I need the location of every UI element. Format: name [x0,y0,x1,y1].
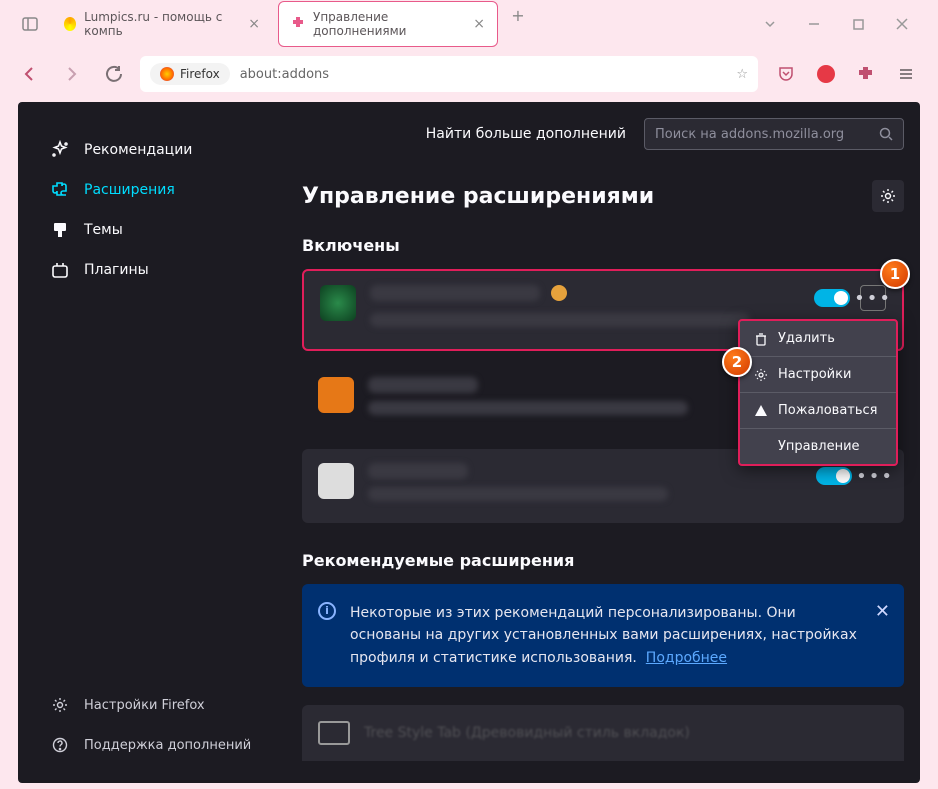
gear-icon [754,368,768,382]
reload-button[interactable] [98,58,130,90]
content-area: Рекомендации Расширения Темы Плагины Нас… [18,102,920,783]
menu-icon[interactable] [896,64,916,84]
recommended-card[interactable]: Tree Style Tab (Древовидный стиль вкладо… [302,705,904,761]
firefox-badge-text: Firefox [180,67,220,81]
sidebar-item-extensions[interactable]: Расширения [38,170,274,210]
window-controls [742,16,930,32]
new-tab-button[interactable]: + [504,1,532,29]
ctx-item-label: Настройки [778,367,851,382]
tab-favicon-lumpics [64,17,76,31]
minimize-icon[interactable] [806,16,822,32]
title-bar: Lumpics.ru - помощь с компь × Управление… [0,0,938,48]
ctx-item-report[interactable]: Пожаловаться [740,393,896,428]
search-placeholder: Поиск на addons.mozilla.org [655,127,879,142]
notification-badge[interactable] [816,64,836,84]
firefox-badge: Firefox [150,63,230,85]
tab-lumpics[interactable]: Lumpics.ru - помощь с компь × [52,1,272,47]
bookmark-star-icon[interactable]: ☆ [736,67,748,82]
close-window-icon[interactable] [894,16,910,32]
sidebar: Рекомендации Расширения Темы Плагины Нас… [18,102,278,783]
pocket-icon[interactable] [776,64,796,84]
context-menu: Удалить Настройки Пожаловаться Управлени… [738,319,898,466]
ctx-item-label: Пожаловаться [778,403,878,418]
sidebar-item-themes[interactable]: Темы [38,210,274,250]
plugin-icon [50,260,70,280]
close-icon[interactable]: × [248,16,260,32]
sidebar-item-label: Рекомендации [84,142,192,158]
info-icon: i [318,602,336,620]
search-icon [879,127,893,141]
page-settings-button[interactable] [872,180,904,212]
tab-strip: Lumpics.ru - помощь с компь × Управление… [52,1,742,47]
sidebar-toggle-icon[interactable] [8,15,52,33]
sidebar-item-label: Темы [84,222,123,238]
sidebar-item-recommendations[interactable]: Рекомендации [38,130,274,170]
tab-label: Lumpics.ru - помощь с компь [84,10,240,38]
close-icon[interactable]: × [473,16,485,32]
extensions-icon[interactable] [856,64,876,84]
ctx-item-label: Удалить [778,331,835,346]
forward-button[interactable] [56,58,88,90]
warning-icon [754,404,768,418]
gear-icon [50,695,70,715]
maximize-icon[interactable] [850,16,866,32]
extension-icon [320,285,356,321]
section-recommended-title: Рекомендуемые расширения [302,551,904,570]
trash-icon [754,332,768,346]
extension-toggle[interactable] [814,289,850,307]
sidebar-item-label: Настройки Firefox [84,698,205,713]
recommended-item-label: Tree Style Tab (Древовидный стиль вкладо… [364,725,690,741]
ctx-item-settings[interactable]: Настройки [740,357,896,393]
ctx-item-delete[interactable]: Удалить [740,321,896,357]
page-title: Управление расширениями [302,184,654,209]
url-bar[interactable]: Firefox about:addons ☆ [140,56,758,92]
chevron-down-icon[interactable] [762,16,778,32]
sparkle-icon [50,140,70,160]
recommended-badge-icon [551,285,567,301]
tab-favicon-addons [291,16,305,33]
info-text: Некоторые из этих рекомендаций персонали… [350,605,857,666]
search-input[interactable]: Поиск на addons.mozilla.org [644,118,904,150]
sidebar-item-label: Плагины [84,262,149,278]
info-banner: i ✕ Некоторые из этих рекомендаций персо… [302,584,904,687]
ctx-item-label: Управление [778,439,860,454]
extension-icon [318,721,350,745]
back-button[interactable] [14,58,46,90]
puzzle-icon [50,180,70,200]
url-text: about:addons [240,67,329,82]
extension-more-button[interactable]: ••• [862,463,888,489]
main-panel: Найти больше дополнений Поиск на addons.… [278,102,920,783]
extension-icon [318,377,354,413]
callout-1: 1 [880,259,910,289]
firefox-icon [160,67,174,81]
close-icon[interactable]: ✕ [875,598,890,627]
info-link[interactable]: Подробнее [646,650,727,666]
extension-more-button[interactable]: ••• [860,285,886,311]
extension-toggle[interactable] [816,467,852,485]
search-label: Найти больше дополнений [426,126,626,142]
sidebar-item-addon-support[interactable]: Поддержка дополнений [38,725,274,765]
help-icon [50,735,70,755]
brush-icon [50,220,70,240]
sidebar-item-plugins[interactable]: Плагины [38,250,274,290]
sidebar-item-firefox-settings[interactable]: Настройки Firefox [38,685,274,725]
ctx-item-manage[interactable]: Управление [740,429,896,464]
extension-icon [318,463,354,499]
callout-2: 2 [722,347,752,377]
sidebar-item-label: Расширения [84,182,175,198]
tab-label: Управление дополнениями [313,10,465,38]
section-enabled-title: Включены [302,236,904,255]
tab-addons[interactable]: Управление дополнениями × [278,1,498,47]
toolbar: Firefox about:addons ☆ [0,48,938,100]
sidebar-item-label: Поддержка дополнений [84,738,251,753]
